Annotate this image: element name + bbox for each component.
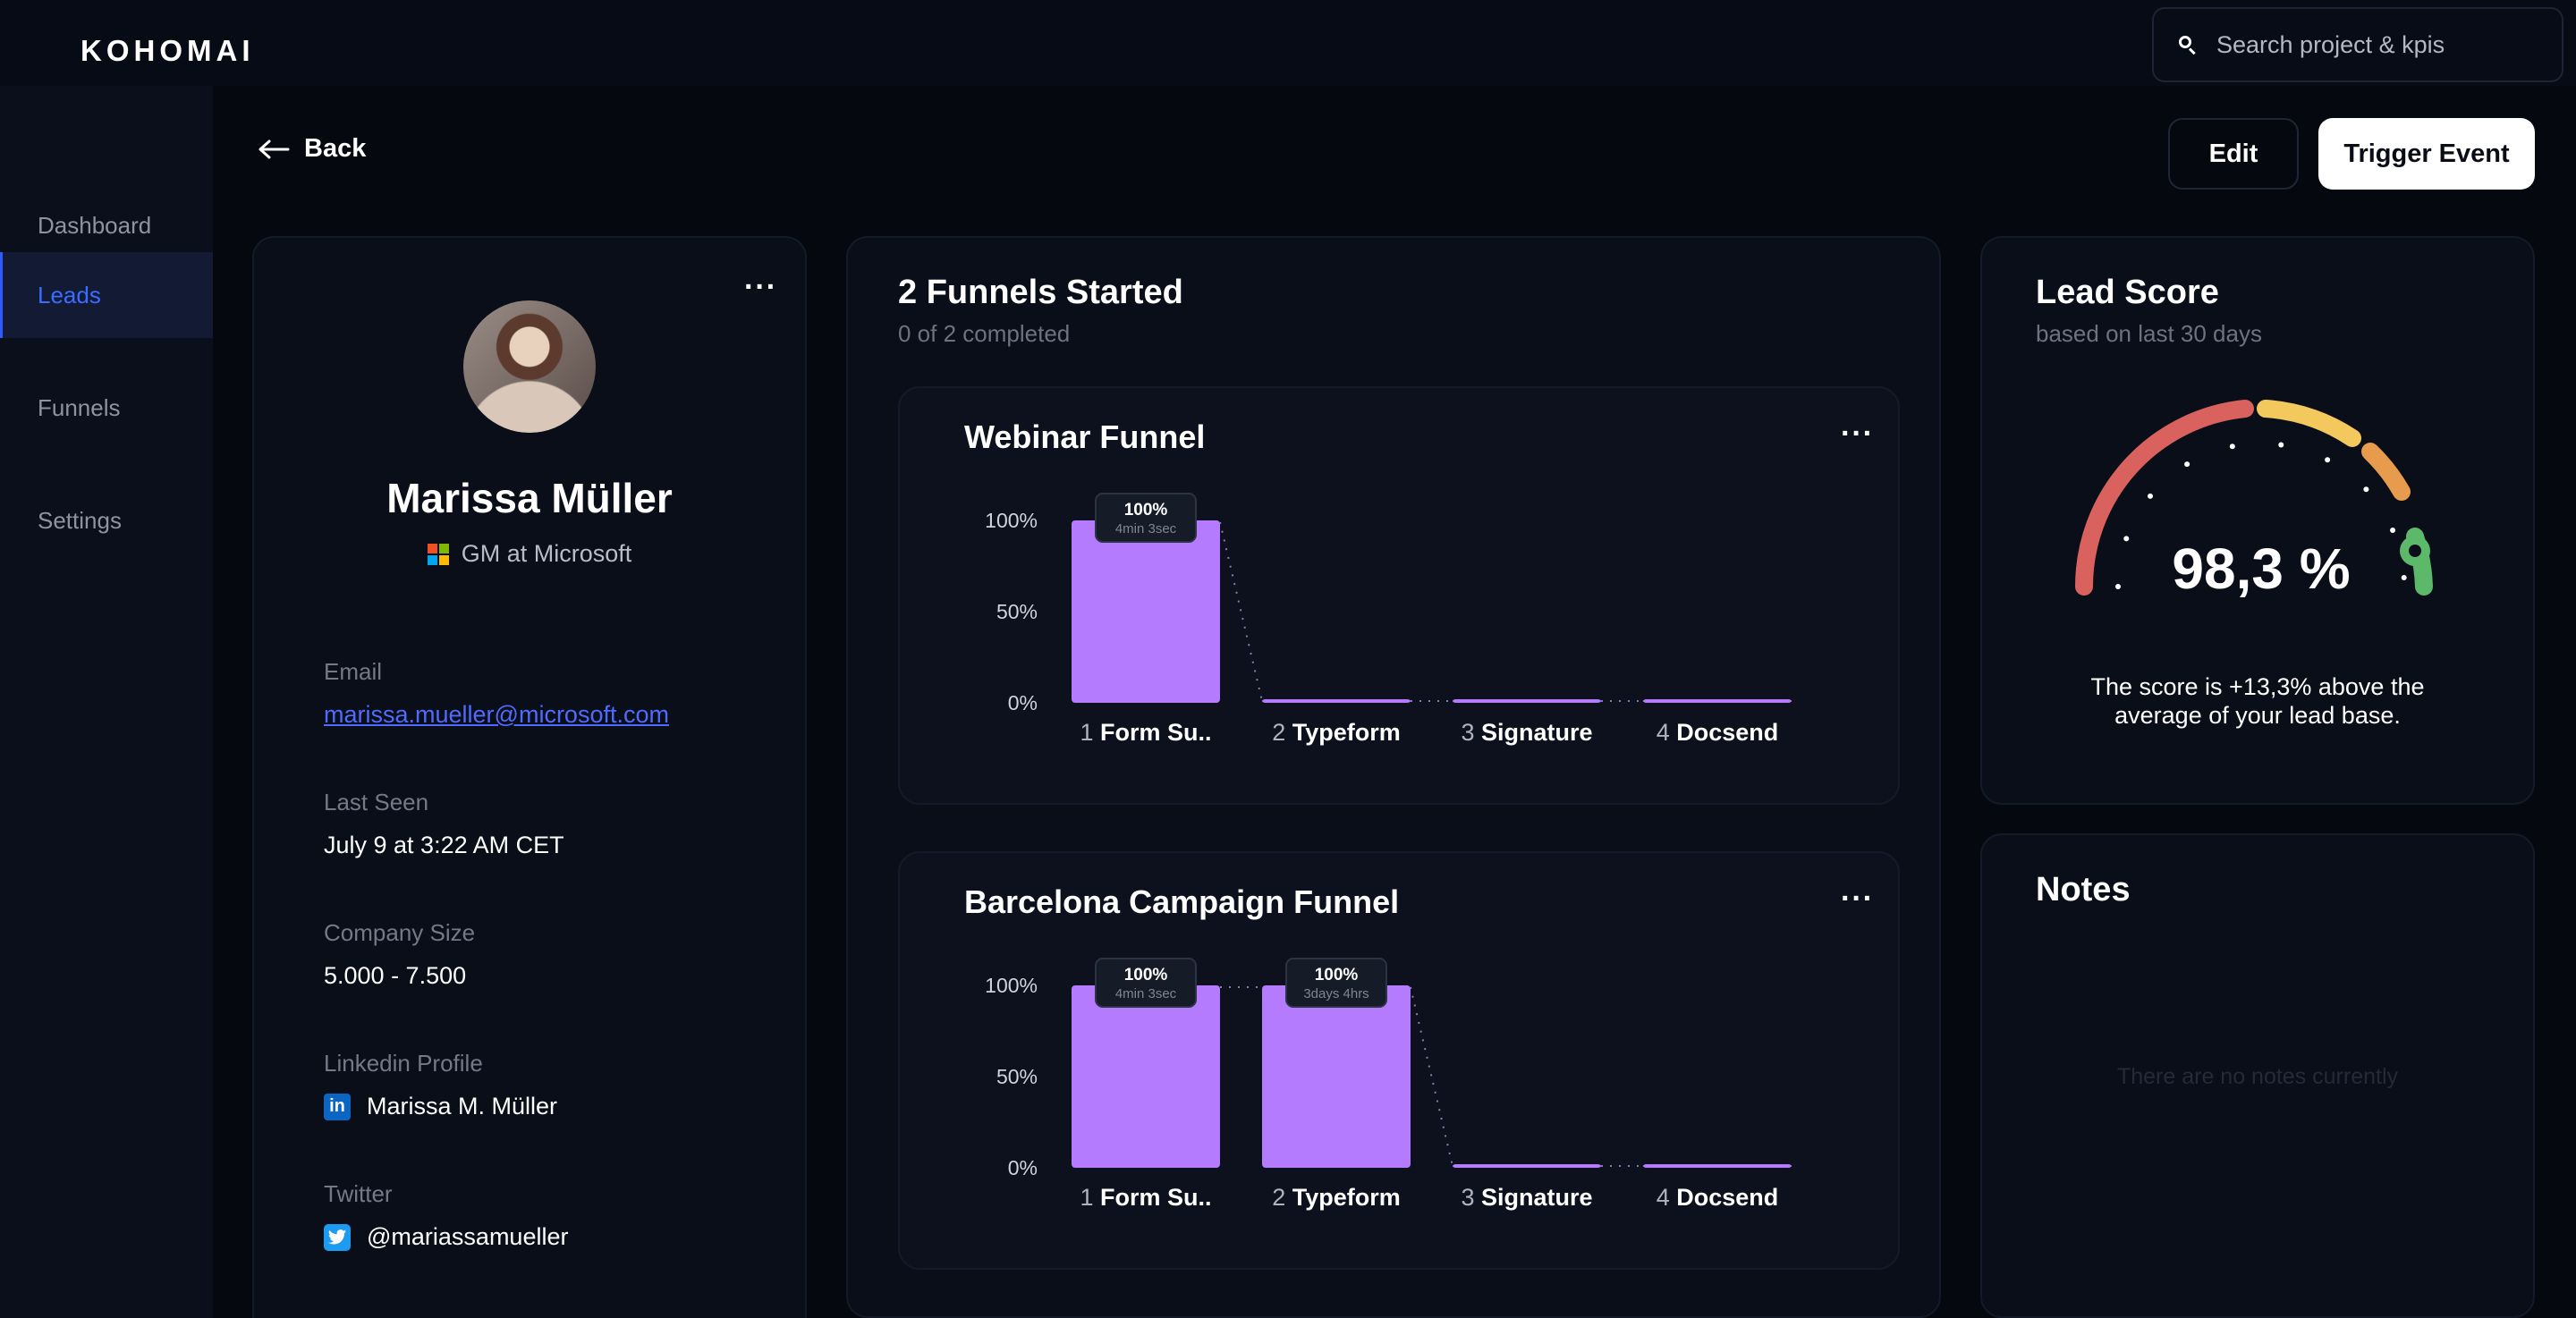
email-link[interactable]: marissa.mueller@microsoft.com (324, 701, 669, 729)
company-size-value: 5.000 - 7.500 (324, 962, 467, 989)
funnel-bar[interactable] (1072, 985, 1220, 1168)
funnel-bar[interactable] (1643, 699, 1792, 703)
gauge-tick (2115, 584, 2121, 589)
twitter-handle-link[interactable]: @mariassamueller (324, 1223, 568, 1251)
company-size-label: Company Size (324, 919, 476, 946)
y-tick-label: 50% (996, 600, 1038, 623)
gauge-tick (2229, 444, 2235, 450)
time-label: 4min 3sec (1115, 521, 1177, 536)
notes-title: Notes (2036, 871, 2131, 908)
more-options-icon[interactable]: ··· (1841, 418, 1874, 449)
y-tick-label: 100% (985, 509, 1038, 532)
barcelona-funnel-chart: 100% 50% 0% 1 Form Su.. 2 Typeform 3 Signatur… (985, 958, 1792, 1211)
lead-name: Marissa Müller (386, 475, 673, 521)
funnel-bar[interactable] (1643, 1164, 1792, 1168)
webinar-funnel-chart: 100% 50% 0% 1 Form Su.. 2 Typeform 3 Signatur… (985, 493, 1792, 746)
linkedin-name: Marissa M. Müller (367, 1093, 558, 1119)
y-tick-label: 100% (985, 974, 1038, 997)
last-seen-value: July 9 at 3:22 AM CET (324, 832, 564, 858)
back-button[interactable]: Back (258, 134, 366, 164)
gauge-tick (2148, 493, 2154, 499)
x-tick-label: 1 Form Su.. (1080, 1184, 1211, 1211)
twitter-handle: @mariassamueller (367, 1223, 569, 1250)
time-label: 4min 3sec (1115, 986, 1177, 1001)
lead-score-description: The score is +13,3% above the average of… (2090, 673, 2425, 729)
gauge-arc-orange (2361, 443, 2411, 501)
linkedin-icon: in (324, 1093, 351, 1120)
sidebar: Dashboard Leads Funnels Settings (0, 86, 213, 1318)
funnel-bar[interactable] (1453, 699, 1601, 703)
gauge-tick (2401, 574, 2407, 580)
value-label: 100% (1124, 501, 1168, 520)
value-label: 100% (1315, 966, 1359, 984)
email-label: Email (324, 658, 383, 685)
funnel-title: Barcelona Campaign Funnel (964, 883, 1400, 920)
lead-score-value: 98,3 % (2172, 536, 2350, 601)
search-placeholder: Search project & kpis (2216, 30, 2445, 58)
gauge-tick (2278, 442, 2284, 448)
funnel-connector (1219, 521, 1263, 702)
time-label: 3days 4hrs (1303, 986, 1368, 1001)
app-logo: KOHOMAI (80, 34, 255, 67)
lead-score-gauge: 98,3 % (2075, 400, 2433, 601)
x-tick-label: 3 Signature (1461, 1184, 1592, 1211)
y-tick-label: 50% (996, 1065, 1038, 1088)
funnels-subtitle: 0 of 2 completed (898, 320, 1071, 347)
search-icon (2179, 36, 2197, 55)
notes-empty-state: There are no notes currently (2116, 1064, 2399, 1089)
trigger-event-button[interactable]: Trigger Event (2318, 118, 2535, 190)
linkedin-profile-link[interactable]: in Marissa M. Müller (324, 1093, 557, 1120)
sidebar-item-settings[interactable]: Settings (0, 477, 213, 563)
sidebar-item-leads[interactable]: Leads (0, 252, 213, 338)
funnel-bar[interactable] (1262, 985, 1411, 1168)
linkedin-label: Linkedin Profile (324, 1050, 483, 1077)
role-text: GM at Microsoft (461, 540, 632, 567)
back-label: Back (304, 134, 367, 163)
funnel-bar[interactable] (1453, 1164, 1601, 1168)
x-tick-label: 2 Typeform (1272, 1184, 1401, 1211)
last-seen-label: Last Seen (324, 789, 429, 815)
gauge-tick (2325, 457, 2331, 463)
x-tick-label: 4 Docsend (1657, 1184, 1779, 1211)
lead-score-subtitle: based on last 30 days (2036, 320, 2262, 347)
more-options-icon[interactable]: ··· (744, 272, 777, 302)
funnels-title: 2 Funnels Started (898, 274, 1183, 311)
x-tick-label: 3 Signature (1461, 719, 1592, 746)
x-tick-label: 1 Form Su.. (1080, 719, 1211, 746)
funnel-connector (1410, 986, 1453, 1167)
arrow-left-icon (258, 139, 290, 158)
edit-button[interactable]: Edit (2168, 118, 2299, 190)
lead-score-title: Lead Score (2036, 274, 2219, 311)
x-tick-label: 2 Typeform (1272, 719, 1401, 746)
funnel-bar[interactable] (1072, 520, 1220, 703)
value-label: 100% (1124, 966, 1168, 984)
avatar (463, 300, 596, 433)
y-tick-label: 0% (1008, 691, 1038, 714)
gauge-tick (2363, 486, 2369, 493)
twitter-label: Twitter (324, 1180, 393, 1207)
sidebar-item-funnels[interactable]: Funnels (0, 365, 213, 451)
microsoft-icon (427, 543, 449, 565)
top-bar: KOHOMAI Search project & kpis (0, 0, 2576, 86)
funnel-bar[interactable] (1262, 699, 1411, 703)
gauge-tick (2390, 527, 2396, 533)
x-tick-label: 4 Docsend (1657, 719, 1779, 746)
gauge-tick (2123, 536, 2130, 542)
funnel-title: Webinar Funnel (964, 418, 1206, 455)
more-options-icon[interactable]: ··· (1841, 883, 1874, 914)
gauge-arc-yellow (2257, 400, 2361, 447)
twitter-icon (324, 1223, 351, 1251)
y-tick-label: 0% (1008, 1156, 1038, 1179)
gauge-tick (2184, 461, 2190, 468)
lead-role: GM at Microsoft (259, 540, 800, 568)
search-input[interactable]: Search project & kpis (2152, 7, 2563, 82)
